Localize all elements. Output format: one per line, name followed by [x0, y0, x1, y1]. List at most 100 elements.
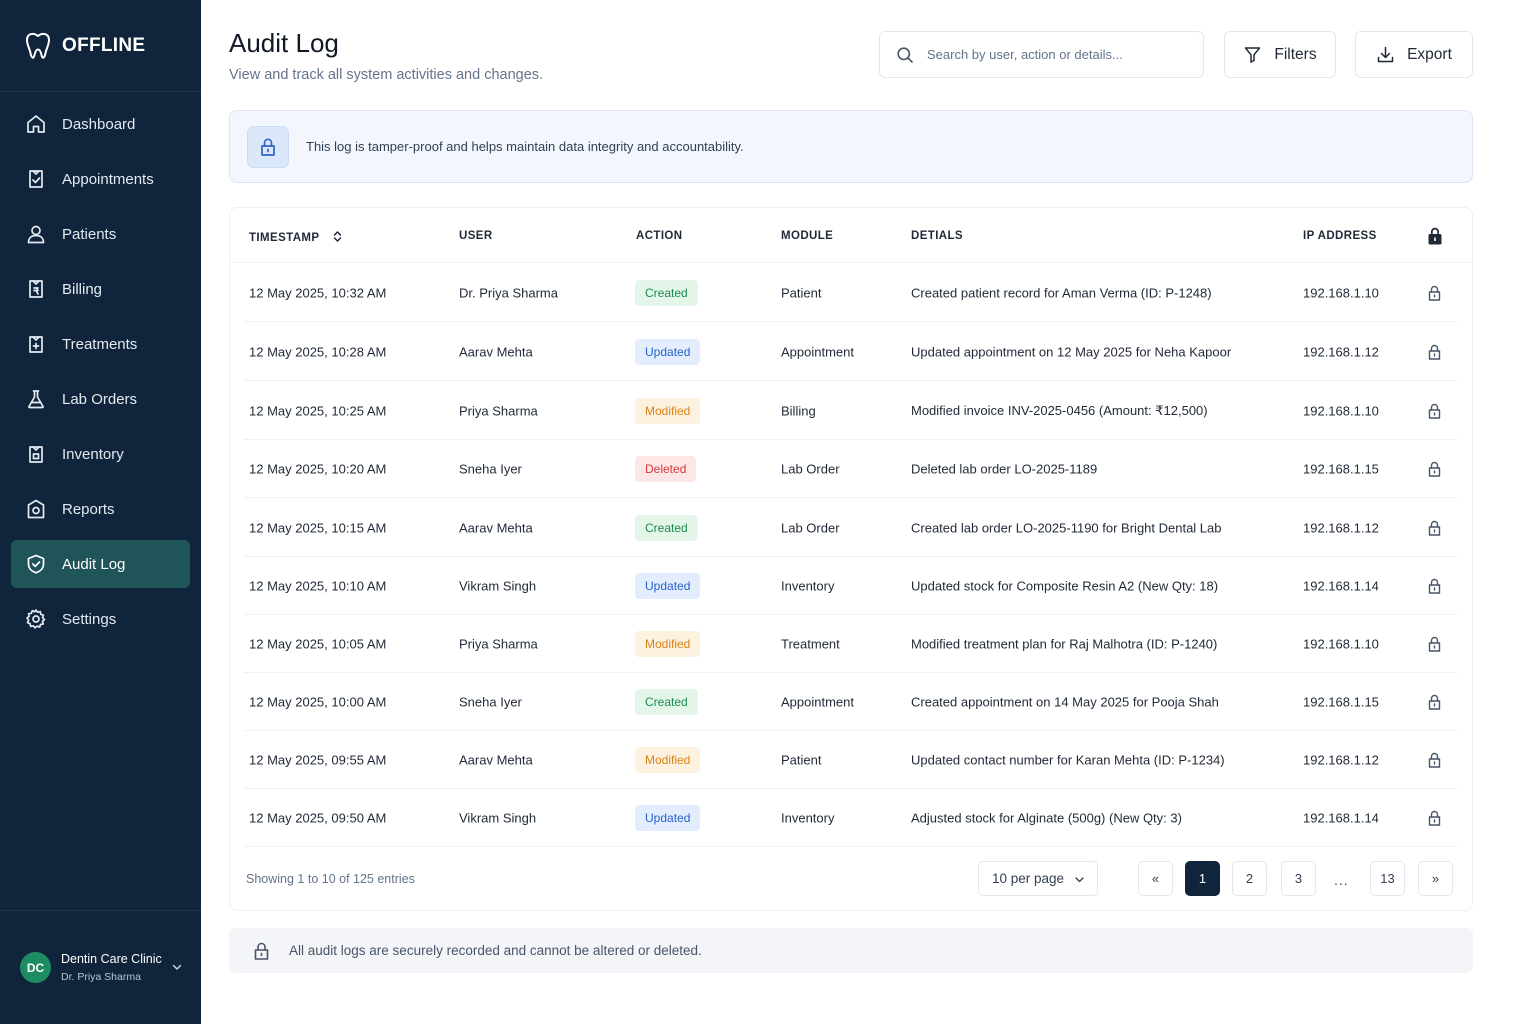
box-icon: [29, 446, 43, 463]
sidebar: OFFLINE Dashboard Appointments Patients …: [0, 0, 201, 1024]
sidebar-item-settings[interactable]: Settings: [11, 595, 190, 643]
table-row[interactable]: 12 May 2025, 09:55 AM Aarav Mehta Modified…: [244, 731, 1457, 789]
cell-module: Inventory: [781, 810, 835, 825]
clinic-switcher[interactable]: DC Dentin Care Clinic Dr. Priya Sharma: [0, 910, 201, 1024]
cell-details: Created appointment on 14 May 2025 for P…: [911, 694, 1219, 709]
sidebar-item-label: Dashboard: [62, 115, 136, 133]
brand[interactable]: OFFLINE: [0, 0, 201, 92]
col-ip-address: IP ADDRESS: [1303, 230, 1377, 242]
search-box[interactable]: [879, 31, 1204, 78]
cell-module: Lab Order: [781, 461, 840, 476]
cell-module: Patient: [781, 752, 822, 767]
cell-ip-address: 192.168.1.10: [1303, 403, 1379, 418]
pagination-prev[interactable]: «: [1138, 861, 1173, 896]
table-row[interactable]: 12 May 2025, 10:15 AM Aarav Mehta Created L…: [244, 499, 1457, 557]
per-page-value: 10 per page: [992, 871, 1065, 886]
table-row[interactable]: 12 May 2025, 10:25 AM Priya Sharma Modifie…: [244, 382, 1457, 440]
cell-user: Aarav Mehta: [459, 520, 533, 535]
clinic-name: Dentin Care Clinic: [61, 952, 162, 966]
action-badge: Modified: [635, 397, 701, 424]
cell-timestamp: 12 May 2025, 10:05 AM: [249, 636, 387, 651]
table-row[interactable]: 12 May 2025, 10:28 AM Aarav Mehta Updated A…: [244, 323, 1457, 381]
cell-details: Updated appointment on 12 May 2025 for N…: [911, 344, 1232, 359]
export-button[interactable]: Export: [1355, 31, 1473, 78]
action-badge: Updated: [635, 804, 701, 831]
cell-user: Priya Sharma: [459, 636, 538, 651]
filters-button[interactable]: Filters: [1224, 31, 1336, 78]
sidebar-item-label: Lab Orders: [62, 390, 138, 408]
lock-icon: [1428, 461, 1441, 477]
export-label: Export: [1407, 45, 1452, 63]
table-row[interactable]: 12 May 2025, 10:05 AM Priya Sharma Modifie…: [244, 615, 1457, 673]
security-note-text: All audit logs are securely recorded and…: [289, 943, 702, 958]
cell-timestamp: 12 May 2025, 10:25 AM: [249, 403, 387, 418]
cell-ip-address: 192.168.1.12: [1303, 520, 1379, 535]
col-details: DETIALS: [911, 230, 963, 242]
sidebar-item-treatments[interactable]: Treatments: [11, 320, 190, 368]
cell-details: Deleted lab order LO-2025-1189: [911, 461, 1098, 476]
gear-icon: [26, 609, 46, 629]
sidebar-item-label: Settings: [62, 610, 117, 628]
chevron-down-icon: [1075, 877, 1084, 883]
cell-user: Aarav Mehta: [459, 752, 533, 767]
clinic-info: Dentin Care Clinic Dr. Priya Sharma: [61, 952, 162, 983]
sidebar-item-reports[interactable]: Reports: [11, 485, 190, 533]
sidebar-item-dashboard[interactable]: Dashboard: [11, 100, 190, 148]
sidebar-item-lab-orders[interactable]: Lab Orders: [11, 375, 190, 423]
lock-icon: [1428, 285, 1441, 301]
table-row[interactable]: 12 May 2025, 10:32 AM Dr. Priya Sharma Cre…: [244, 264, 1457, 322]
table-row[interactable]: 12 May 2025, 10:10 AM Vikram Singh Updated…: [244, 557, 1457, 615]
sidebar-item-inventory[interactable]: Inventory: [11, 430, 190, 478]
brand-name: OFFLINE: [62, 34, 146, 56]
sidebar-item-audit-log[interactable]: Audit Log: [11, 540, 190, 588]
pagination-page-2[interactable]: 2: [1232, 861, 1267, 896]
pagination-page-13[interactable]: 13: [1370, 861, 1405, 896]
notice-lock-box: [247, 125, 289, 168]
action-badge: Created: [635, 279, 698, 306]
table-row[interactable]: 12 May 2025, 10:20 AM Sneha Iyer Deleted La…: [244, 440, 1457, 498]
cell-timestamp: 12 May 2025, 09:50 AM: [249, 810, 387, 825]
sidebar-item-patients[interactable]: Patients: [11, 210, 190, 258]
cell-timestamp: 12 May 2025, 10:00 AM: [249, 694, 387, 709]
search-icon: [897, 46, 913, 63]
sidebar-item-label: Patients: [62, 225, 117, 243]
sidebar-item-billing[interactable]: Billing: [11, 265, 190, 313]
table-row[interactable]: 12 May 2025, 09:50 AM Vikram Singh Updated…: [244, 789, 1457, 847]
cell-user: Dr. Priya Sharma: [459, 285, 558, 300]
cell-ip-address: 192.168.1.14: [1303, 578, 1379, 593]
cell-user: Sneha Iyer: [459, 694, 522, 709]
cell-user: Aarav Mehta: [459, 344, 533, 359]
sort-icon[interactable]: [333, 230, 342, 243]
cell-ip-address: 192.168.1.10: [1303, 636, 1379, 651]
col-timestamp[interactable]: TIMESTAMP: [249, 230, 342, 244]
sidebar-item-appointments[interactable]: Appointments: [11, 155, 190, 203]
chevron-down-icon[interactable]: [171, 961, 183, 973]
cell-ip-address: 192.168.1.10: [1303, 285, 1379, 300]
action-badge: Created: [635, 514, 698, 541]
per-page-select[interactable]: 10 per page: [978, 861, 1098, 896]
search-input[interactable]: [927, 47, 1187, 62]
notice-text: This log is tamper-proof and helps maint…: [306, 139, 744, 154]
cell-module: Appointment: [781, 694, 854, 709]
lock-icon: [254, 942, 269, 960]
action-badge: Modified: [635, 746, 701, 773]
cell-module: Lab Order: [781, 520, 840, 535]
action-badge: Updated: [635, 338, 701, 365]
pagination-page-1[interactable]: 1: [1185, 861, 1220, 896]
pagination-next[interactable]: »: [1418, 861, 1453, 896]
cell-details: Modified invoice INV-2025-0456 (Amount: …: [911, 402, 1208, 418]
shield-check-icon: [27, 554, 45, 574]
sidebar-item-label: Billing: [62, 280, 103, 298]
cell-timestamp: 12 May 2025, 10:32 AM: [249, 285, 387, 300]
filter-icon: [1245, 47, 1261, 63]
cell-module: Inventory: [781, 578, 835, 593]
cell-module: Treatment: [781, 636, 840, 651]
tamper-proof-notice: This log is tamper-proof and helps maint…: [229, 110, 1473, 183]
avatar: DC: [20, 952, 51, 983]
cell-user: Vikram Singh: [459, 578, 537, 593]
lock-icon: [1428, 810, 1441, 826]
table-row[interactable]: 12 May 2025, 10:00 AM Sneha Iyer Created Ap…: [244, 673, 1457, 731]
cell-timestamp: 12 May 2025, 10:20 AM: [249, 461, 387, 476]
table-header: TIMESTAMP USER ACTION MODULE DETIALS IP …: [230, 208, 1472, 263]
pagination-page-3[interactable]: 3: [1281, 861, 1316, 896]
